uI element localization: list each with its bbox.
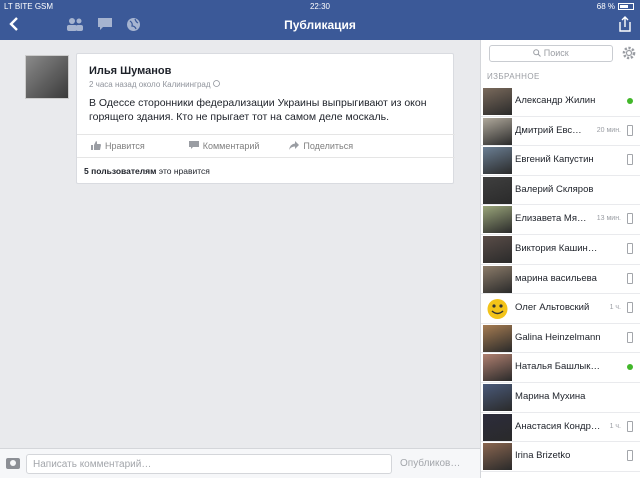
- friend-item[interactable]: марина васильева: [481, 265, 640, 295]
- friend-name: Олег Альтовский: [515, 302, 590, 314]
- nav-bar: Публикация: [0, 13, 640, 40]
- friend-name: Евгений Капустин: [515, 154, 594, 166]
- friend-item[interactable]: Дмитрий Евс… 20 мин.: [481, 117, 640, 147]
- share-icon[interactable]: [618, 15, 632, 33]
- comment-button[interactable]: Комментарий: [188, 135, 260, 157]
- publish-button[interactable]: Опубликов…: [400, 458, 460, 469]
- friend-item[interactable]: Александр Жилин: [481, 87, 640, 117]
- clock: 22:30: [309, 2, 331, 11]
- gear-icon[interactable]: [621, 45, 637, 61]
- post-actions: Нравится Комментарий Поделиться: [77, 134, 455, 158]
- battery-icon: [618, 3, 634, 10]
- friend-avatar: [483, 443, 512, 471]
- friend-avatar: [483, 295, 512, 323]
- mobile-phone-icon: [627, 272, 633, 284]
- friend-avatar: [483, 88, 512, 115]
- friend-avatar: [483, 413, 512, 441]
- friends-list: Александр Жилин Дмитрий Евс… 20 мин. Евгени…: [481, 87, 640, 472]
- comment-bar: Опубликов…: [0, 448, 480, 478]
- likes-suffix: это нравится: [158, 166, 210, 176]
- friend-name: Александр Жилин: [515, 95, 596, 106]
- friend-name: Виктория Кашинская: [515, 242, 601, 254]
- last-active-time: 1 ч.: [609, 304, 621, 312]
- share-label: Поделиться: [303, 141, 354, 151]
- friend-item[interactable]: Galina Heinzelmann: [481, 324, 640, 354]
- comment-input[interactable]: [26, 454, 392, 474]
- camera-icon[interactable]: [6, 458, 20, 469]
- like-label: Нравится: [105, 141, 145, 151]
- friend-avatar: [483, 354, 512, 382]
- top-bar: LT BITE GSM 22:30 68 % Публикация: [0, 0, 640, 40]
- friend-name: Марина Мухина: [515, 390, 586, 402]
- battery-percent: 68 %: [596, 2, 615, 11]
- mobile-phone-icon: [627, 302, 633, 314]
- mobile-phone-icon: [627, 242, 633, 254]
- friend-name: Irina Brizetko: [515, 450, 571, 462]
- post-timestamp: 2 часа назад около Калининград: [89, 80, 211, 89]
- friend-item[interactable]: Евгений Капустин: [481, 146, 640, 176]
- mobile-phone-icon: [627, 450, 633, 462]
- friend-item[interactable]: Елизавета Мя… 13 мин.: [481, 205, 640, 235]
- likes-count: 5 пользователям: [84, 166, 157, 176]
- post-author[interactable]: Илья Шуманов: [89, 65, 171, 77]
- mobile-phone-icon: [627, 331, 633, 343]
- page-title: Публикация: [284, 18, 356, 32]
- comment-icon: [188, 140, 199, 152]
- friend-item[interactable]: Наталья Башлыкова: [481, 353, 640, 383]
- friend-name: Наталья Башлыкова: [515, 361, 601, 373]
- mobile-phone-icon: [627, 154, 633, 166]
- search-placeholder: Поиск: [543, 48, 569, 58]
- thumbs-up-icon: [91, 140, 101, 152]
- share-button[interactable]: Поделиться: [289, 135, 353, 157]
- post-meta: 2 часа назад около Калининград: [89, 80, 220, 89]
- friend-avatar: [483, 235, 512, 263]
- share-arrow-icon: [289, 140, 300, 152]
- like-button[interactable]: Нравится: [91, 135, 145, 157]
- friend-name: Анастасия Кондрат…: [515, 420, 601, 432]
- favorites-heading: ИЗБРАННОЕ: [487, 72, 540, 81]
- friend-name: Валерий Скляров: [515, 183, 594, 195]
- friend-item[interactable]: Марина Мухина: [481, 383, 640, 413]
- mobile-phone-icon: [627, 420, 633, 432]
- author-avatar[interactable]: [25, 55, 69, 99]
- friend-avatar: [483, 265, 512, 293]
- friend-avatar: [483, 206, 512, 234]
- battery-indicator: 68 %: [597, 2, 634, 11]
- status-bar: LT BITE GSM 22:30 68 %: [0, 0, 640, 13]
- friend-item[interactable]: Анастасия Кондрат… 1 ч.: [481, 413, 640, 443]
- chat-sidebar: Поиск ИЗБРАННОЕ Александр Жилин Дмитрий Е…: [480, 40, 640, 478]
- privacy-globe-icon: [212, 80, 220, 89]
- mobile-phone-icon: [627, 213, 633, 225]
- friend-name: марина васильева: [515, 272, 597, 284]
- post-text: В Одессе сторонники федерализации Украин…: [89, 97, 427, 123]
- mobile-phone-icon: [627, 124, 633, 136]
- friend-name: Galina Heinzelmann: [515, 331, 601, 343]
- comment-label: Комментарий: [202, 141, 260, 151]
- friend-item[interactable]: Валерий Скляров: [481, 176, 640, 206]
- friend-name: Елизавета Мя…: [515, 213, 587, 225]
- friend-avatar: [483, 324, 512, 352]
- friend-avatar: [483, 117, 512, 145]
- likes-summary[interactable]: 5 пользователям это нравится: [84, 166, 210, 176]
- friend-avatar: [483, 383, 512, 411]
- friends-search-input[interactable]: Поиск: [489, 45, 613, 62]
- friend-name: Дмитрий Евс…: [515, 124, 582, 136]
- friend-item[interactable]: Irina Brizetko: [481, 442, 640, 472]
- last-active-time: 20 мин.: [596, 126, 621, 134]
- friend-avatar: [483, 176, 512, 204]
- friend-item[interactable]: Олег Альтовский 1 ч.: [481, 294, 640, 324]
- online-dot-icon: [627, 98, 633, 104]
- last-active-time: 13 мин.: [596, 215, 621, 223]
- search-icon: [533, 49, 542, 57]
- friend-avatar: [483, 147, 512, 175]
- online-dot-icon: [627, 364, 633, 371]
- last-active-time: 1 ч.: [609, 422, 621, 430]
- post-card: Илья Шуманов 2 часа назад около Калининг…: [76, 53, 455, 184]
- friend-item[interactable]: Виктория Кашинская: [481, 235, 640, 265]
